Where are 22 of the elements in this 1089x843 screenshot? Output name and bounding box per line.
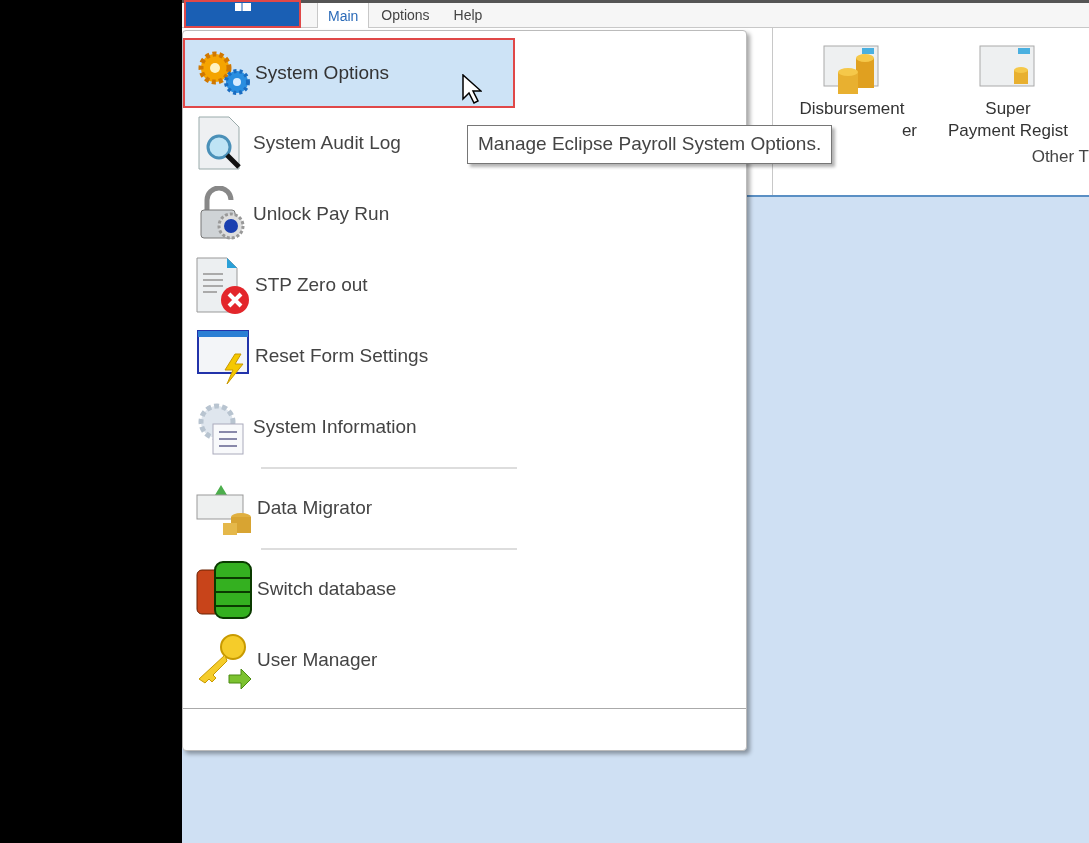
menu-item[interactable]: Data Migrator — [183, 473, 381, 544]
cursor-icon — [462, 74, 482, 104]
ribbon-tab[interactable]: Options — [369, 3, 442, 27]
ribbon-tab[interactable]: Main — [317, 3, 370, 28]
menu-item[interactable]: Switch database — [183, 554, 405, 625]
ribbon-tab[interactable]: Help — [441, 3, 495, 27]
application-menu-button[interactable] — [184, 0, 301, 28]
group-label: Other T — [1031, 146, 1089, 168]
menu-item[interactable]: Unlock Pay Run — [183, 179, 398, 250]
menu-item[interactable]: STP Zero out — [183, 250, 376, 321]
menu-item[interactable]: System Audit Log — [183, 108, 409, 179]
menu-item[interactable]: System Options — [183, 38, 515, 108]
database-stack-icon — [195, 559, 255, 620]
ribbon-button-label[interactable]: er — [901, 120, 917, 142]
menu-item[interactable]: User Manager — [183, 625, 386, 696]
menu-item[interactable]: System Information — [183, 392, 425, 463]
tooltip: Manage Eclipse Payroll System Options. — [467, 125, 833, 164]
ribbon-button-label[interactable]: Payment Regist — [948, 120, 1068, 142]
ribbon-button-label[interactable]: Disbursement — [799, 98, 905, 120]
menu-item[interactable]: Reset Form Settings — [183, 321, 437, 392]
ribbon-button-label[interactable]: Super — [985, 98, 1031, 120]
menu-icon — [232, 3, 253, 13]
